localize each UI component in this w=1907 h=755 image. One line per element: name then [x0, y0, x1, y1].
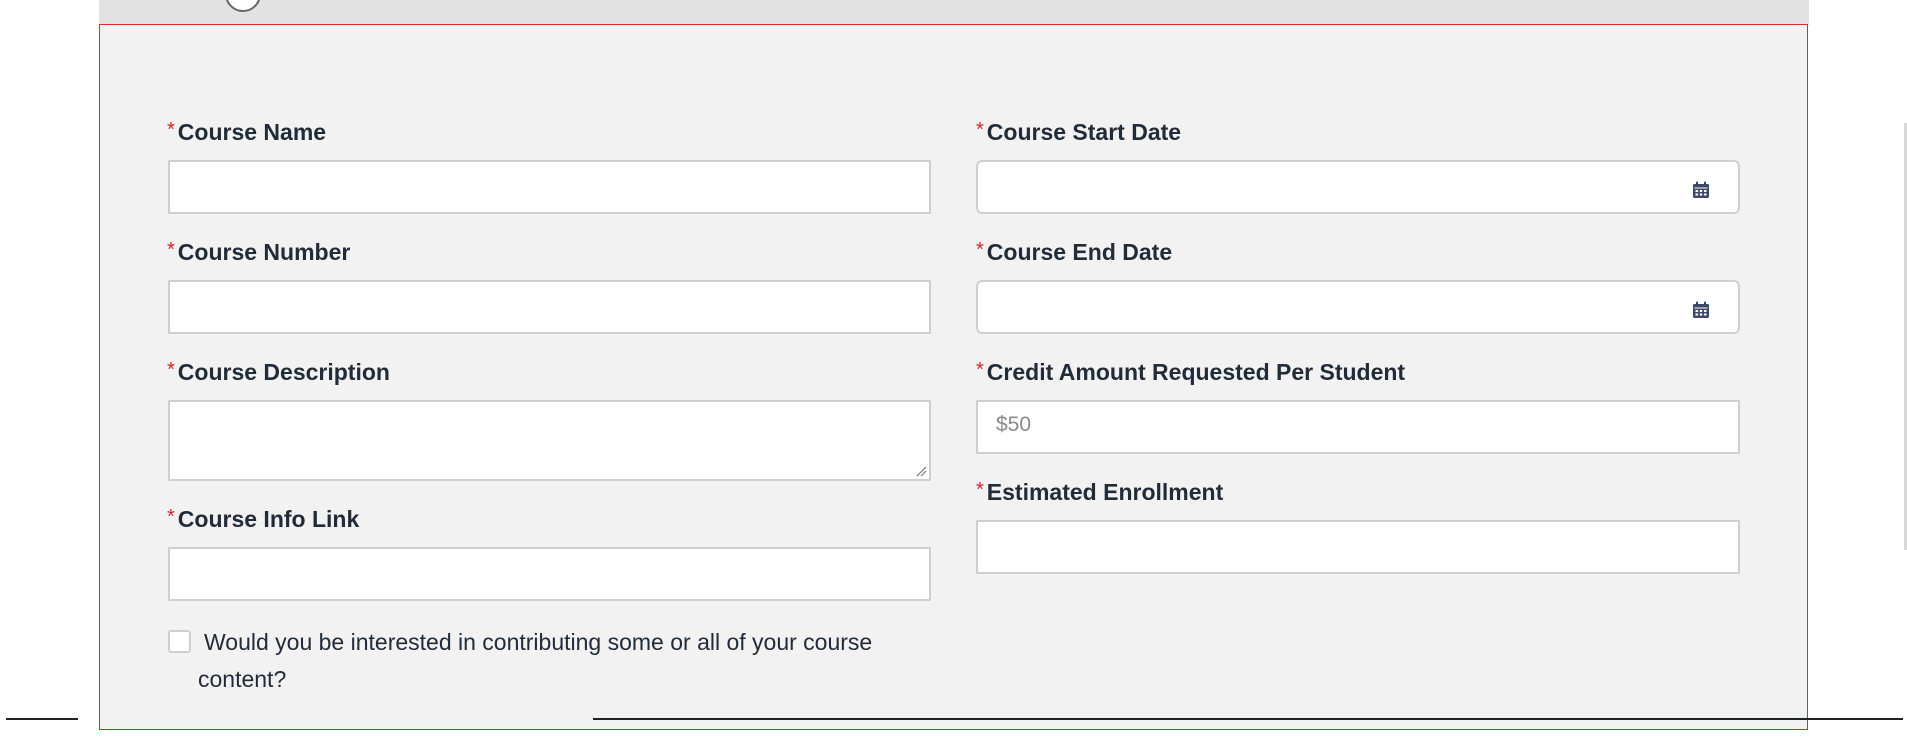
course-end-date-label: * Course End Date [976, 239, 1173, 265]
course-end-date-input[interactable] [976, 280, 1740, 334]
estimated-enrollment-label: * Estimated Enrollment [976, 479, 1224, 505]
estimated-enrollment-input[interactable] [976, 520, 1740, 574]
course-start-date-input[interactable] [976, 160, 1740, 214]
contribute-content-checkbox[interactable] [168, 630, 191, 653]
course-name-input[interactable] [168, 160, 931, 214]
credit-amount-label: * Credit Amount Requested Per Student [976, 359, 1406, 385]
required-marker: * [976, 359, 984, 381]
required-marker: * [167, 239, 175, 261]
required-marker: * [167, 359, 175, 381]
required-marker: * [976, 479, 984, 501]
course-info-link-input[interactable] [168, 547, 931, 601]
credit-amount-placeholder: $50 [996, 413, 1032, 436]
divider-line [6, 718, 78, 720]
step-indicator [225, 0, 261, 12]
credit-amount-input[interactable]: $50 [976, 400, 1740, 454]
course-description-label: * Course Description [167, 359, 390, 385]
required-marker: * [167, 506, 175, 528]
course-description-textarea[interactable] [168, 400, 931, 481]
course-name-label: * Course Name [167, 119, 327, 145]
resize-handle-icon[interactable] [915, 465, 927, 477]
required-marker: * [976, 119, 984, 141]
section-header [99, 0, 1809, 25]
calendar-icon[interactable] [1692, 301, 1710, 319]
course-start-date-label: * Course Start Date [976, 119, 1182, 145]
calendar-icon[interactable] [1692, 181, 1710, 199]
course-number-label: * Course Number [167, 239, 351, 265]
required-marker: * [976, 239, 984, 261]
contribute-content-label: Would you be interested in contributing … [198, 629, 873, 692]
required-marker: * [167, 119, 175, 141]
divider-line [593, 718, 1903, 720]
course-number-input[interactable] [168, 280, 931, 334]
course-info-link-label: * Course Info Link [167, 506, 360, 532]
page: * Course Name * Course Number * Course Desc… [0, 0, 1907, 755]
